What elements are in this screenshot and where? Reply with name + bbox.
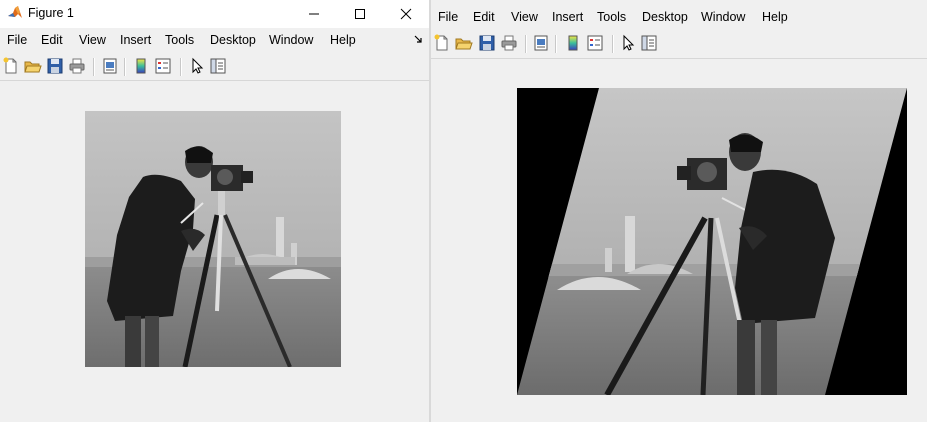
edit-plot-button[interactable] xyxy=(619,34,637,52)
close-button[interactable] xyxy=(383,0,429,28)
open-folder-icon xyxy=(455,38,473,50)
figure-toolbar xyxy=(431,31,927,57)
toolbar-separator xyxy=(555,35,557,53)
toolbar-separator xyxy=(612,35,614,53)
toolbar-divider xyxy=(0,80,429,81)
print-preview-button[interactable] xyxy=(101,57,119,75)
print-button[interactable] xyxy=(68,57,86,75)
sheared-cameraman-photo xyxy=(517,88,907,395)
toolbar-separator xyxy=(93,58,95,76)
open-button[interactable] xyxy=(455,34,473,52)
pointer-icon xyxy=(192,57,204,74)
colorbar-icon xyxy=(136,58,146,74)
print-preview-icon xyxy=(103,58,117,74)
property-inspector-icon xyxy=(641,35,657,51)
menu-help[interactable]: Help xyxy=(330,33,356,47)
menu-file[interactable]: File xyxy=(438,10,458,24)
new-figure-button[interactable] xyxy=(2,57,20,75)
maximize-button[interactable] xyxy=(337,0,383,28)
property-inspector-icon xyxy=(210,58,226,74)
dock-arrow-icon[interactable] xyxy=(414,35,423,44)
menu-file[interactable]: File xyxy=(7,33,27,47)
legend-button[interactable] xyxy=(586,34,604,52)
maximize-icon xyxy=(355,9,365,19)
pointer-icon xyxy=(623,34,635,51)
menu-insert[interactable]: Insert xyxy=(120,33,151,47)
menu-window[interactable]: Window xyxy=(269,33,313,47)
print-preview-icon xyxy=(534,35,548,51)
menu-edit[interactable]: Edit xyxy=(41,33,63,47)
toolbar-divider xyxy=(431,58,927,59)
print-button[interactable] xyxy=(500,34,518,52)
toolbar-separator xyxy=(525,35,527,53)
sheared-image-axes[interactable] xyxy=(517,88,907,395)
new-figure-button[interactable] xyxy=(433,34,451,52)
title-bar[interactable]: Figure 1 xyxy=(0,0,429,28)
menu-bar: File Edit View Insert Tools Desktop Wind… xyxy=(431,6,927,28)
menu-view[interactable]: View xyxy=(79,33,106,47)
colorbar-button[interactable] xyxy=(564,34,582,52)
minimize-icon xyxy=(309,13,319,15)
menu-window[interactable]: Window xyxy=(701,10,745,24)
menu-view[interactable]: View xyxy=(511,10,538,24)
save-button[interactable] xyxy=(46,57,64,75)
menu-tools[interactable]: Tools xyxy=(597,10,626,24)
matlab-logo-icon xyxy=(8,6,22,18)
legend-icon xyxy=(155,58,171,74)
figure-window-left: Figure 1 File Edit View Insert Tools Des… xyxy=(0,0,430,422)
toolbar-separator xyxy=(124,58,126,76)
window-title: Figure 1 xyxy=(28,6,74,20)
menu-insert[interactable]: Insert xyxy=(552,10,583,24)
print-icon xyxy=(69,58,85,74)
menu-edit[interactable]: Edit xyxy=(473,10,495,24)
save-button[interactable] xyxy=(478,34,496,52)
property-inspector-button[interactable] xyxy=(640,34,658,52)
open-folder-icon xyxy=(24,61,42,73)
new-figure-icon xyxy=(3,57,17,74)
close-icon xyxy=(400,8,412,20)
original-image-axes[interactable] xyxy=(85,111,341,367)
print-preview-button[interactable] xyxy=(532,34,550,52)
toolbar-separator xyxy=(180,58,182,76)
minimize-button[interactable] xyxy=(291,0,337,28)
property-inspector-button[interactable] xyxy=(209,57,227,75)
menu-tools[interactable]: Tools xyxy=(165,33,194,47)
print-icon xyxy=(501,35,517,51)
save-icon xyxy=(479,35,495,51)
menu-help[interactable]: Help xyxy=(762,10,788,24)
legend-button[interactable] xyxy=(154,57,172,75)
figure-toolbar xyxy=(0,54,429,80)
edit-plot-button[interactable] xyxy=(188,57,206,75)
colorbar-button[interactable] xyxy=(132,57,150,75)
colorbar-icon xyxy=(568,35,578,51)
menu-desktop[interactable]: Desktop xyxy=(210,33,256,47)
menu-bar: File Edit View Insert Tools Desktop Wind… xyxy=(0,29,429,51)
menu-desktop[interactable]: Desktop xyxy=(642,10,688,24)
open-button[interactable] xyxy=(24,57,42,75)
legend-icon xyxy=(587,35,603,51)
figure-window-right: File Edit View Insert Tools Desktop Wind… xyxy=(431,0,927,422)
new-figure-icon xyxy=(434,34,448,51)
cameraman-photo xyxy=(85,111,341,367)
save-icon xyxy=(47,58,63,74)
